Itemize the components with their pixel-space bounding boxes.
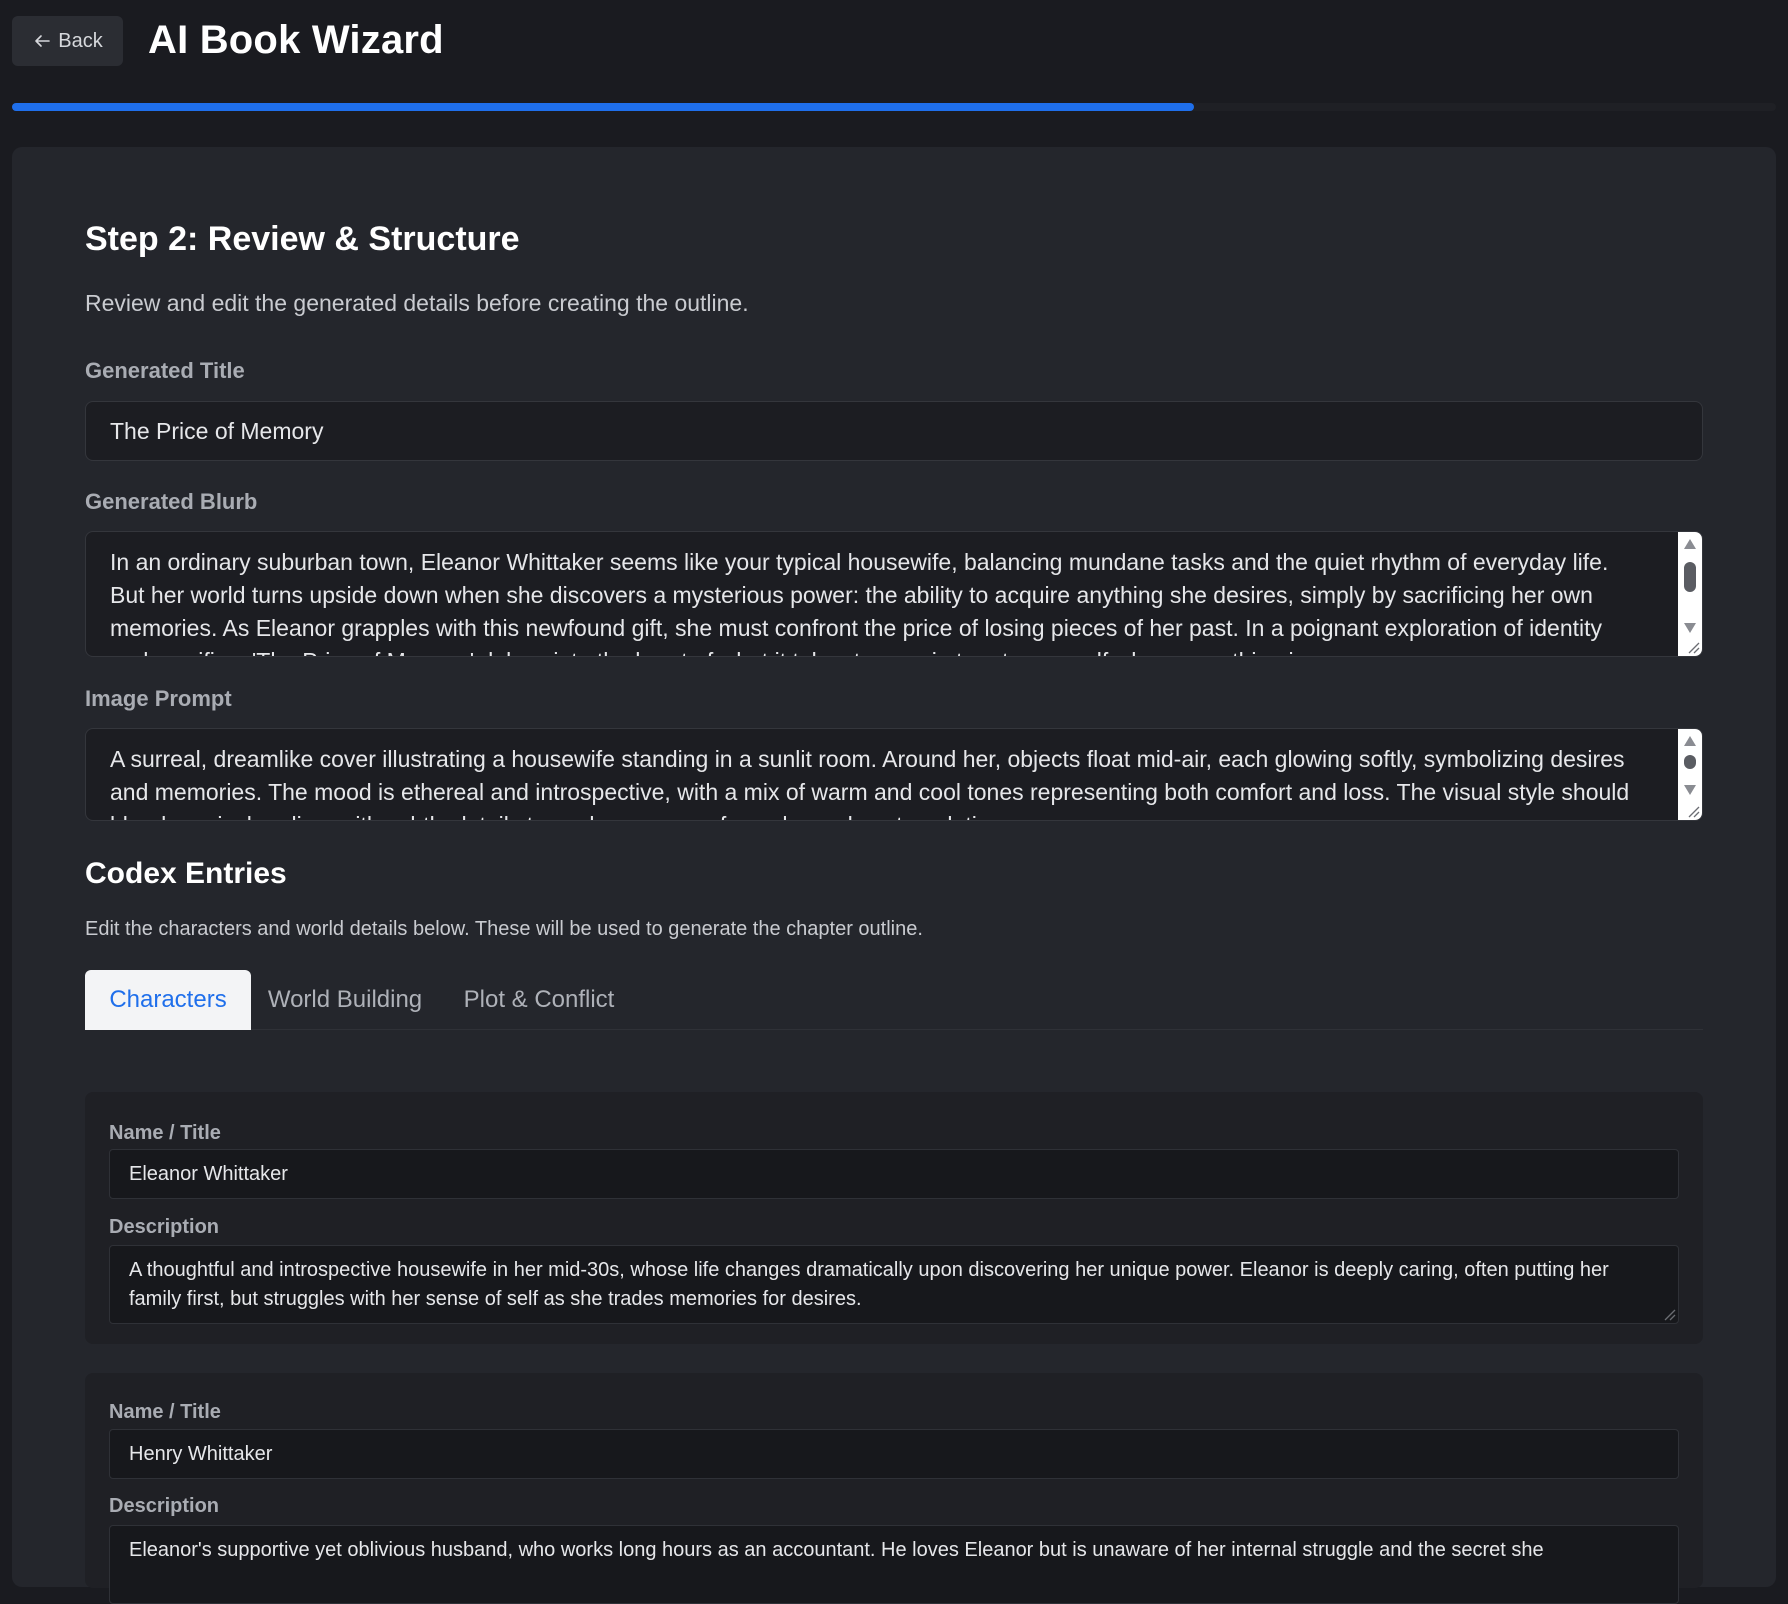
codex-title: Codex Entries — [85, 857, 287, 890]
character-card: Name / Title Henry Whittaker Description… — [85, 1373, 1703, 1604]
image-prompt-textarea[interactable]: A surreal, dreamlike cover illustrating … — [85, 728, 1703, 821]
image-prompt-scrollbar[interactable] — [1678, 729, 1702, 820]
character-card: Name / Title Eleanor Whittaker Descripti… — [85, 1092, 1703, 1344]
codex-subtitle: Edit the characters and world details be… — [85, 918, 923, 940]
arrow-left-icon — [35, 35, 51, 47]
scroll-down-icon[interactable] — [1683, 622, 1697, 634]
image-prompt-label: Image Prompt — [85, 686, 232, 711]
character-name-input[interactable]: Henry Whittaker — [109, 1429, 1679, 1479]
description-label: Description — [109, 1495, 220, 1517]
back-button[interactable]: Back — [12, 16, 123, 66]
step-title: Step 2: Review & Structure — [85, 220, 520, 258]
generated-title-input[interactable]: The Price of Memory — [85, 401, 1703, 461]
character-description-text: A thoughtful and introspective housewife… — [129, 1259, 1609, 1310]
generated-blurb-text: In an ordinary suburban town, Eleanor Wh… — [110, 549, 1609, 656]
character-description-text: Eleanor's supportive yet oblivious husba… — [129, 1539, 1544, 1561]
description-label: Description — [109, 1216, 220, 1238]
character-name-input[interactable]: Eleanor Whittaker — [109, 1149, 1679, 1199]
generated-blurb-textarea[interactable]: In an ordinary suburban town, Eleanor Wh… — [85, 531, 1703, 657]
resize-grip-icon[interactable] — [1662, 1307, 1676, 1321]
tab-plot-conflict[interactable]: Plot & Conflict — [439, 970, 639, 1030]
progress-fill — [12, 103, 1194, 111]
tab-characters[interactable]: Characters — [85, 970, 251, 1030]
blurb-scroll-thumb[interactable] — [1684, 562, 1696, 592]
scroll-down-icon[interactable] — [1683, 784, 1697, 796]
name-title-label: Name / Title — [109, 1401, 221, 1423]
image-prompt-scroll-thumb[interactable] — [1684, 755, 1696, 769]
generated-title-label: Generated Title — [85, 358, 245, 383]
name-title-label: Name / Title — [109, 1122, 221, 1144]
image-prompt-text: A surreal, dreamlike cover illustrating … — [110, 746, 1630, 820]
scroll-up-icon[interactable] — [1683, 735, 1697, 747]
progress-bar — [12, 103, 1776, 111]
back-button-label: Back — [58, 29, 103, 52]
character-description-textarea[interactable]: A thoughtful and introspective housewife… — [109, 1245, 1679, 1324]
top-bar: Back AI Book Wizard — [0, 0, 1788, 100]
step-subtitle: Review and edit the generated details be… — [85, 290, 749, 316]
app-title: AI Book Wizard — [148, 18, 444, 62]
tab-world-building[interactable]: World Building — [251, 970, 439, 1030]
resize-grip-icon[interactable] — [1686, 640, 1700, 654]
blurb-scrollbar[interactable] — [1678, 532, 1702, 656]
resize-grip-icon[interactable] — [1686, 804, 1700, 818]
scroll-up-icon[interactable] — [1683, 538, 1697, 550]
codex-tabs: Characters World Building Plot & Conflic… — [85, 970, 1703, 1030]
generated-blurb-label: Generated Blurb — [85, 489, 258, 514]
character-description-textarea[interactable]: Eleanor's supportive yet oblivious husba… — [109, 1525, 1679, 1604]
